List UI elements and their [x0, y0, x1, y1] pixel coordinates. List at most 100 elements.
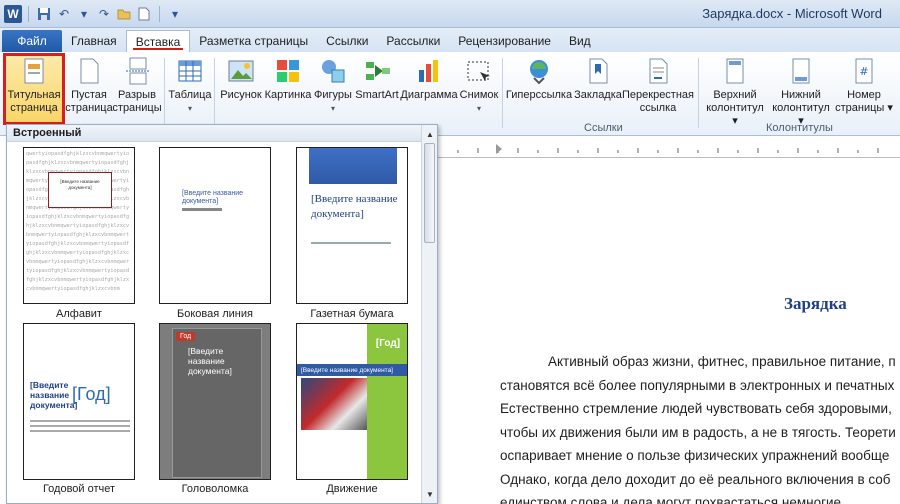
tile-label-sideline: Боковая линия: [177, 308, 253, 320]
scroll-thumb[interactable]: [424, 143, 435, 243]
picture-button[interactable]: Рисунок: [218, 56, 264, 102]
document-line: Естественно стремление людей чувствовать…: [500, 401, 892, 416]
motion-side-band: [367, 362, 407, 479]
annual-report-title: [Введите название документа]: [30, 380, 78, 410]
document-title: Зарядка: [784, 294, 847, 313]
save-icon[interactable]: [35, 5, 53, 23]
chart-label: Диаграмма: [400, 89, 458, 101]
shapes-button[interactable]: Фигуры ▾: [312, 56, 354, 115]
blank-page-icon: [80, 58, 99, 84]
cross-reference-label1: Перекрестная: [622, 89, 694, 101]
chart-button[interactable]: Диаграмма: [400, 56, 458, 102]
gallery-tile-motion[interactable]: [Год] [Введите название документа]: [296, 323, 408, 480]
blank-page-label1: Пустая: [71, 89, 107, 101]
tab-page-layout[interactable]: Разметка страницы: [190, 30, 317, 52]
separator: [698, 58, 699, 128]
page-number-button[interactable]: # Номер страницы ▾: [834, 56, 894, 115]
ruler-ticks: [457, 144, 879, 154]
clipart-button[interactable]: Картинка: [264, 56, 312, 102]
sideline-subtitle-line: [182, 208, 222, 211]
horizontal-ruler[interactable]: [438, 140, 900, 158]
tab-mailings[interactable]: Рассылки: [377, 30, 449, 52]
tile-label-annual-report: Годовой отчет: [42, 483, 116, 495]
separator: [502, 58, 503, 128]
header-label2: колонтитул ▾: [706, 102, 764, 127]
hyperlink-icon: [530, 60, 548, 85]
screenshot-icon: [467, 61, 490, 81]
blank-page-label2: страница: [65, 102, 113, 114]
document-line: оспаривает мнение о пользе физических уп…: [500, 448, 890, 463]
page-break-icon: [126, 57, 150, 85]
tab-file[interactable]: Файл: [2, 30, 62, 52]
sideline-title: [Введите название документа]: [182, 190, 244, 205]
screenshot-label1: Снимок: [459, 89, 499, 101]
gallery-scrollbar[interactable]: ▲ ▼: [421, 125, 437, 503]
alphabet-title-box: [Введите название документа]: [48, 172, 112, 208]
blank-page-button[interactable]: Пустая страница: [65, 56, 113, 115]
header-label1: Верхний: [713, 89, 757, 101]
table-icon: [178, 60, 202, 82]
bookmark-label: Закладка: [574, 89, 622, 101]
undo-icon[interactable]: ↶: [55, 5, 73, 23]
bookmark-button[interactable]: Закладка: [574, 56, 622, 102]
clipart-label: Картинка: [264, 89, 312, 101]
chart-icon: [419, 60, 438, 82]
page-number-icon: #: [855, 58, 873, 84]
tab-home[interactable]: Главная: [62, 30, 126, 52]
redo-icon[interactable]: ↷: [95, 5, 113, 23]
footer-button[interactable]: Нижний колонтитул ▾: [768, 56, 834, 128]
table-button[interactable]: Таблица ▾: [168, 56, 212, 115]
tab-view[interactable]: Вид: [560, 30, 600, 52]
tab-references[interactable]: Ссылки: [317, 30, 377, 52]
page-break-label1: Разрыв: [118, 89, 156, 101]
gallery-tile-puzzle[interactable]: Год [Введите название документа]: [159, 323, 271, 480]
tab-insert[interactable]: Вставка: [125, 30, 191, 52]
gallery-tile-annual-report[interactable]: [Введите название документа] [Год]: [23, 323, 135, 480]
screenshot-button[interactable]: Снимок ▾: [458, 56, 500, 115]
cover-page-button[interactable]: Титульная страница: [3, 53, 65, 125]
smartart-button[interactable]: SmartArt: [354, 56, 400, 102]
document-body[interactable]: Активный образ жизни, фитнес, правильное…: [500, 350, 900, 504]
puzzle-title: [Введите название документа]: [188, 346, 232, 376]
motion-year-block: [Год]: [367, 324, 407, 362]
newspaper-subtitle-line: [311, 242, 391, 244]
shapes-label1: Фигуры: [314, 89, 352, 101]
cover-page-gallery: Встроенный qwertyiopasdfghjklzxcvbnmqwer…: [6, 124, 438, 504]
page-break-button[interactable]: Разрыв страницы: [112, 56, 162, 115]
tile-label-alphabet: Алфавит: [56, 308, 102, 320]
open-folder-icon[interactable]: [115, 5, 133, 23]
gallery-tile-sideline[interactable]: [Введите название документа]: [159, 147, 271, 304]
new-document-icon[interactable]: [135, 5, 153, 23]
newspaper-header-block: [309, 148, 397, 184]
page-number-label1: Номер: [847, 89, 881, 101]
bookmark-icon: [589, 58, 608, 84]
header-button[interactable]: Верхний колонтитул ▾: [702, 56, 768, 128]
smartart-icon: [366, 62, 390, 80]
scroll-up-arrow-icon[interactable]: ▲: [424, 128, 436, 140]
dropdown-icon[interactable]: ▾: [75, 5, 93, 23]
tile-label-puzzle: Головоломка: [181, 483, 249, 495]
gallery-tile-alphabet[interactable]: qwertyiopasdfghjklzxcvbnmqwertyiopasdfgh…: [23, 147, 135, 304]
puzzle-year-tag: Год: [176, 332, 196, 341]
separator: [164, 58, 165, 128]
ruler-marks: [438, 144, 900, 154]
gallery-tile-newspaper[interactable]: [Введите название документа]: [296, 147, 408, 304]
separator: [159, 5, 160, 22]
picture-icon: [228, 60, 254, 82]
footer-icon: [792, 58, 810, 84]
table-dropdown-arrow: ▾: [187, 104, 192, 113]
motion-title-bar: [Введите название документа]: [297, 364, 407, 376]
scroll-down-arrow-icon[interactable]: ▼: [424, 488, 436, 500]
hyperlink-button[interactable]: Гиперссылка: [506, 56, 572, 102]
cover-page-icon: [24, 58, 44, 84]
tile-label-motion: Движение: [326, 483, 378, 495]
cross-reference-button[interactable]: Перекрестная ссылка: [622, 56, 694, 115]
annual-report-year: [Год]: [72, 384, 111, 404]
smartart-label: SmartArt: [355, 89, 399, 101]
tab-review[interactable]: Рецензирование: [449, 30, 560, 52]
shapes-icon: [322, 60, 345, 83]
customize-qat-icon[interactable]: ▾: [166, 5, 184, 23]
word-app-icon[interactable]: W: [4, 4, 22, 23]
document-line: единством слова и дела могут похвастатьс…: [500, 495, 845, 504]
cover-page-label2: страница: [10, 102, 58, 114]
